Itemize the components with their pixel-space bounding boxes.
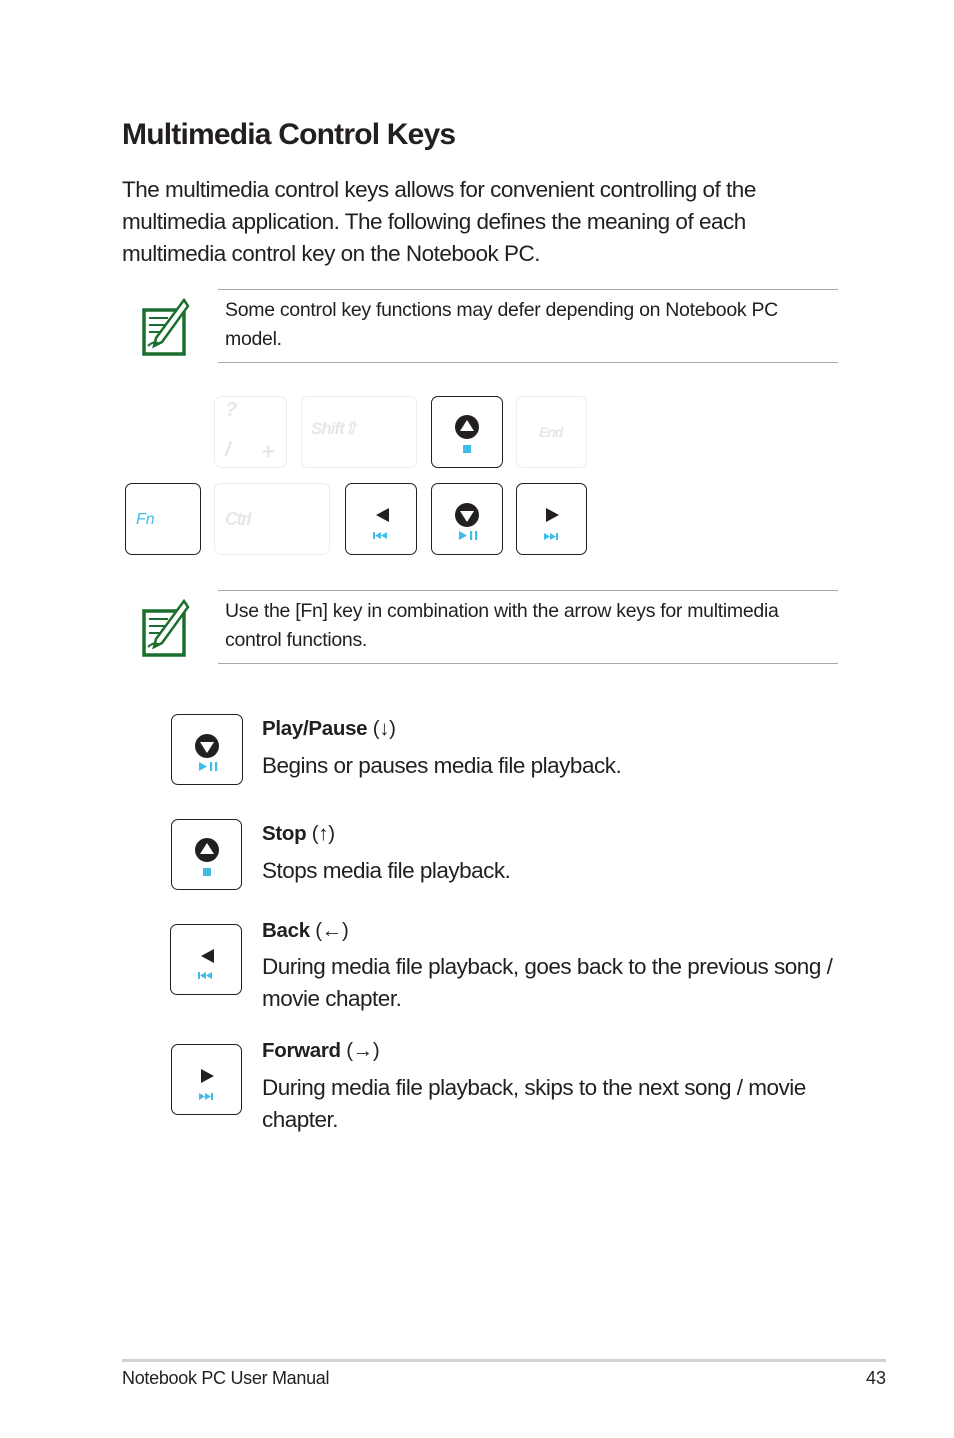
page-title: Multimedia Control Keys (122, 118, 456, 151)
footer-page-number: 43 (865, 1368, 886, 1388)
note-box-2: Use the [Fn] key in combination with the… (218, 590, 838, 664)
key-label: Fn (136, 511, 155, 528)
previous-track-icon (373, 532, 387, 539)
key-label: Shift⇧ (311, 419, 358, 438)
key-label: End (539, 424, 563, 440)
up-arrow-icon (455, 415, 479, 439)
key-label-bottom-left: / (225, 439, 231, 461)
stop-icon (203, 868, 211, 876)
footer-divider (122, 1359, 886, 1362)
key-ctrl: Ctrl (214, 483, 330, 555)
item-name: Play/Pause (262, 717, 368, 740)
down-arrow-icon (455, 503, 479, 527)
left-arrow-icon (201, 949, 214, 963)
note-text: Some control key functions may defer dep… (225, 299, 778, 350)
note-pen-icon (142, 599, 190, 657)
key-slash: ? / + (214, 396, 287, 468)
next-track-icon (199, 1093, 213, 1100)
item-arrow: (→) (346, 1039, 380, 1062)
item-title-forward: Forward (→) (262, 1039, 380, 1063)
item-name: Back (262, 919, 310, 942)
left-arrow-icon (376, 508, 389, 522)
item-desc-back: During media file playback, goes back to… (262, 954, 833, 1011)
key-label: Ctrl (225, 509, 252, 529)
right-arrow-icon (201, 1069, 214, 1083)
key-down-play-pause (431, 483, 503, 555)
item-desc-forward: During media file playback, skips to the… (262, 1075, 806, 1132)
previous-track-icon (198, 972, 212, 979)
up-arrow-icon (195, 838, 219, 862)
key-up-stop (431, 396, 503, 468)
note-pen-icon (142, 298, 190, 356)
footer-manual-title: Notebook PC User Manual (122, 1368, 330, 1388)
item-arrow: (←) (315, 919, 349, 942)
intro-paragraph: The multimedia control keys allows for c… (122, 177, 756, 266)
next-track-icon (544, 533, 558, 540)
item-title-stop: Stop (↑) (262, 822, 335, 846)
key-shift: Shift⇧ (301, 396, 417, 468)
key-end: End (516, 396, 587, 468)
play-pause-icon (199, 762, 218, 771)
item-name: Stop (262, 822, 307, 845)
key-icon-play-pause (171, 714, 243, 785)
key-label-bottom-right: + (262, 439, 275, 464)
item-title-back: Back (←) (262, 919, 349, 943)
play-pause-icon (459, 531, 478, 540)
item-arrow: (↓) (372, 717, 396, 740)
key-icon-forward (171, 1044, 242, 1115)
item-title-play-pause: Play/Pause (↓) (262, 717, 396, 741)
item-arrow: (↑) (311, 822, 335, 845)
key-icon-stop (171, 819, 242, 890)
item-desc-stop: Stops media file playback. (262, 858, 511, 883)
right-arrow-icon (546, 508, 559, 522)
item-name: Forward (262, 1039, 341, 1062)
key-left-previous (345, 483, 417, 555)
key-right-next (516, 483, 587, 555)
key-fn: Fn (125, 483, 201, 555)
note-box-1: Some control key functions may defer dep… (218, 289, 838, 363)
key-label-top: ? (225, 399, 238, 421)
stop-icon (463, 445, 471, 453)
item-desc-play-pause: Begins or pauses media file playback. (262, 753, 622, 778)
down-arrow-icon (195, 734, 219, 758)
note-text: Use the [Fn] key in combination with the… (225, 600, 779, 651)
key-icon-back (170, 924, 242, 995)
